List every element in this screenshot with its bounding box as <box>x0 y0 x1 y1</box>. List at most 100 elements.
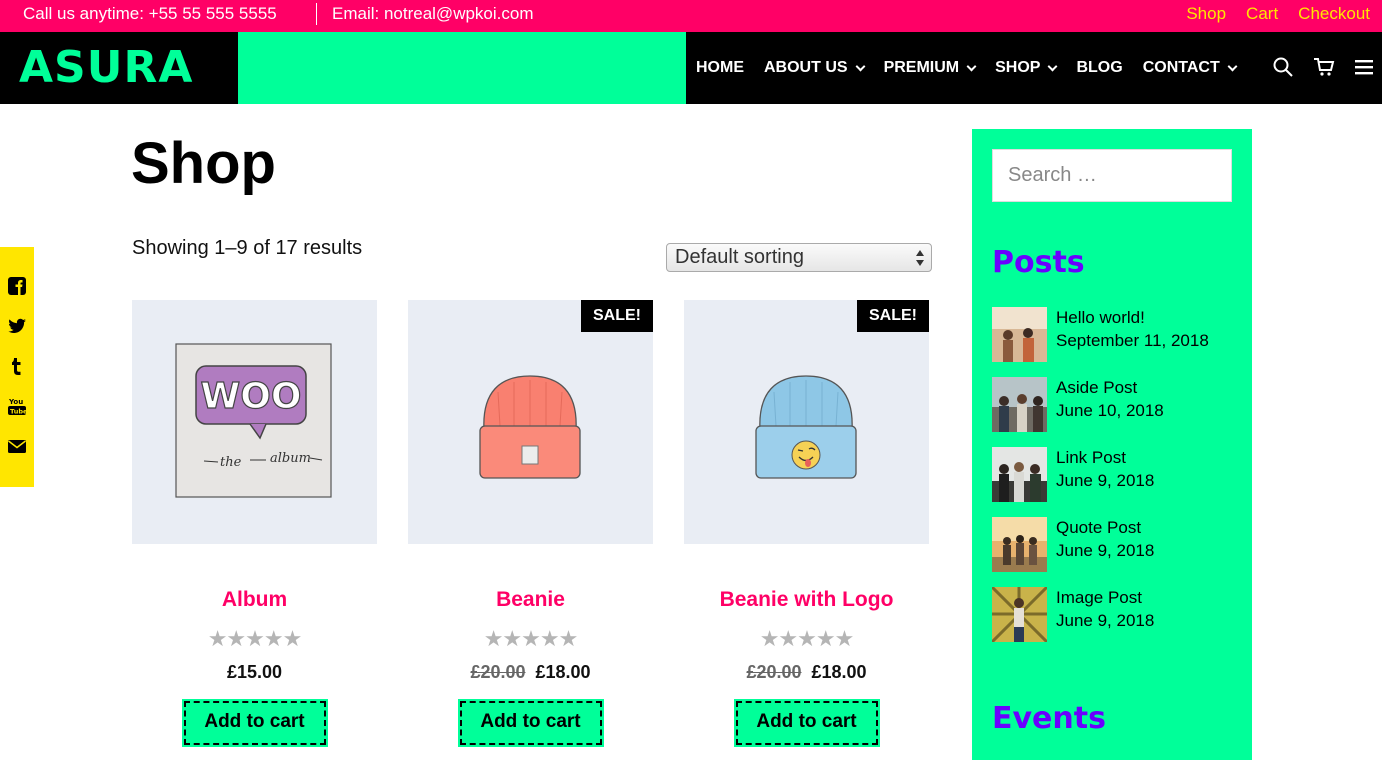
product-price: £20.00 £18.00 <box>684 662 929 683</box>
add-to-cart-button[interactable]: Add to cart <box>181 699 328 747</box>
site-logo[interactable]: ASURA <box>0 32 238 104</box>
nav-about-label: ABOUT US <box>764 59 848 76</box>
chevron-down-icon <box>855 61 866 71</box>
header-accent-block <box>238 32 686 104</box>
nav-contact[interactable]: CONTACT <box>1142 59 1238 77</box>
nav-premium-label: PREMIUM <box>883 59 960 76</box>
post-date: June 9, 2018 <box>1056 611 1155 630</box>
search-icon[interactable] <box>1272 56 1294 78</box>
topbar-divider <box>316 3 317 25</box>
top-bar: Call us anytime: +55 55 555 5555 Email: … <box>0 0 1382 32</box>
album-word: WOO <box>201 376 302 417</box>
current-price: £18.00 <box>535 662 591 682</box>
nav-shop-label: SHOP <box>995 59 1041 76</box>
product-price: £15.00 <box>132 662 377 683</box>
top-link-checkout[interactable]: Checkout <box>1298 4 1370 24</box>
list-item[interactable]: Quote Post June 9, 2018 <box>992 517 1242 572</box>
old-price: £20.00 <box>746 662 802 682</box>
post-date: June 9, 2018 <box>1056 471 1155 490</box>
add-to-cart-button[interactable]: Add to cart <box>733 699 880 747</box>
nav-premium[interactable]: PREMIUM <box>883 59 977 77</box>
nav-shop[interactable]: SHOP <box>995 59 1058 77</box>
product-card: WOO the album Album ★★★★★ £15.00 Add to … <box>132 300 377 747</box>
post-date: June 9, 2018 <box>1056 541 1155 560</box>
product-image[interactable]: WOO the album <box>132 300 377 544</box>
rating-stars: ★★★★★ <box>207 626 303 651</box>
beanie-illustration <box>479 375 581 479</box>
page-title: Shop <box>131 131 276 196</box>
twitter-icon[interactable] <box>6 315 28 337</box>
tumblr-icon[interactable] <box>6 355 28 377</box>
svg-text:You: You <box>8 398 23 406</box>
post-date: September 11, 2018 <box>1056 331 1209 350</box>
social-bar: You Tube <box>0 247 34 487</box>
email-text: Email: notreal@wpkoi.com <box>332 4 534 23</box>
facebook-icon[interactable] <box>6 275 28 297</box>
list-item[interactable]: Aside Post June 10, 2018 <box>992 377 1242 432</box>
post-thumbnail[interactable] <box>992 447 1047 502</box>
post-title[interactable]: Link Post <box>1056 448 1126 468</box>
product-image[interactable]: SALE! <box>684 300 929 544</box>
post-thumbnail[interactable] <box>992 307 1047 362</box>
rating-stars: ★★★★★ <box>759 626 855 651</box>
sidebar: Search … Posts Hello world! September 11… <box>972 129 1252 760</box>
sort-select[interactable]: Default sorting <box>666 243 932 272</box>
site-header: ASURA HOME ABOUT US PREMIUM SHOP BLOG CO… <box>0 32 1382 104</box>
sale-badge: SALE! <box>857 300 929 332</box>
current-price: £15.00 <box>226 662 283 682</box>
main-nav: HOME ABOUT US PREMIUM SHOP BLOG CONTACT <box>696 32 1256 104</box>
album-caption-the: the <box>220 455 242 470</box>
nav-about-us[interactable]: ABOUT US <box>764 59 866 77</box>
product-price: £20.00 £18.00 <box>408 662 653 683</box>
menu-icon[interactable] <box>1353 56 1375 78</box>
album-caption-album: album <box>270 451 311 466</box>
select-arrows-icon <box>916 250 924 266</box>
add-to-cart-button[interactable]: Add to cart <box>457 699 604 747</box>
posts-widget-title: Posts <box>992 245 1085 280</box>
logo-text: ASURA <box>19 42 194 93</box>
product-name[interactable]: Beanie with Logo <box>684 588 929 612</box>
top-link-cart[interactable]: Cart <box>1246 4 1278 24</box>
envelope-icon[interactable] <box>6 435 28 457</box>
post-thumbnail[interactable] <box>992 377 1047 432</box>
product-card: SALE! Beanie with Logo ★★★★★ £20.00 £18.0… <box>684 300 929 747</box>
top-link-shop[interactable]: Shop <box>1186 4 1226 24</box>
phone-text: Call us anytime: +55 55 555 5555 <box>23 4 277 23</box>
post-thumbnail[interactable] <box>992 587 1047 642</box>
nav-blog[interactable]: BLOG <box>1076 59 1122 77</box>
nav-blog-label: BLOG <box>1076 59 1123 76</box>
beanie-logo-illustration <box>755 375 857 479</box>
list-item[interactable]: Image Post June 9, 2018 <box>992 587 1242 642</box>
top-links: Shop Cart Checkout <box>1186 4 1370 24</box>
list-item[interactable]: Hello world! September 11, 2018 <box>992 307 1242 362</box>
product-image[interactable]: SALE! <box>408 300 653 544</box>
sale-badge: SALE! <box>581 300 653 332</box>
result-count: Showing 1–9 of 17 results <box>132 237 363 259</box>
events-widget-title: Events <box>992 701 1106 736</box>
rating-stars: ★★★★★ <box>483 626 579 651</box>
post-thumbnail[interactable] <box>992 517 1047 572</box>
cart-icon[interactable] <box>1313 56 1335 78</box>
post-title[interactable]: Aside Post <box>1056 378 1137 398</box>
post-date: June 10, 2018 <box>1056 401 1164 420</box>
sort-selected-label: Default sorting <box>675 246 804 268</box>
nav-home[interactable]: HOME <box>696 59 744 77</box>
list-item[interactable]: Link Post June 9, 2018 <box>992 447 1242 502</box>
post-title[interactable]: Quote Post <box>1056 518 1141 538</box>
album-illustration: WOO the album <box>175 343 332 498</box>
old-price: £20.00 <box>470 662 526 682</box>
product-card: SALE! Beanie ★★★★★ £20.00 £18.00 Add to c… <box>408 300 653 747</box>
youtube-icon[interactable]: You Tube <box>6 395 28 417</box>
chevron-down-icon <box>1048 61 1058 71</box>
nav-home-label: HOME <box>696 59 744 76</box>
chevron-down-icon <box>966 61 977 71</box>
current-price: £18.00 <box>811 662 867 682</box>
post-title[interactable]: Hello world! <box>1056 308 1145 328</box>
chevron-down-icon <box>1227 61 1238 71</box>
svg-text:Tube: Tube <box>10 408 28 416</box>
search-input[interactable]: Search … <box>992 149 1232 202</box>
post-title[interactable]: Image Post <box>1056 588 1142 608</box>
product-name[interactable]: Album <box>132 588 377 612</box>
nav-contact-label: CONTACT <box>1142 59 1220 76</box>
product-name[interactable]: Beanie <box>408 588 653 612</box>
